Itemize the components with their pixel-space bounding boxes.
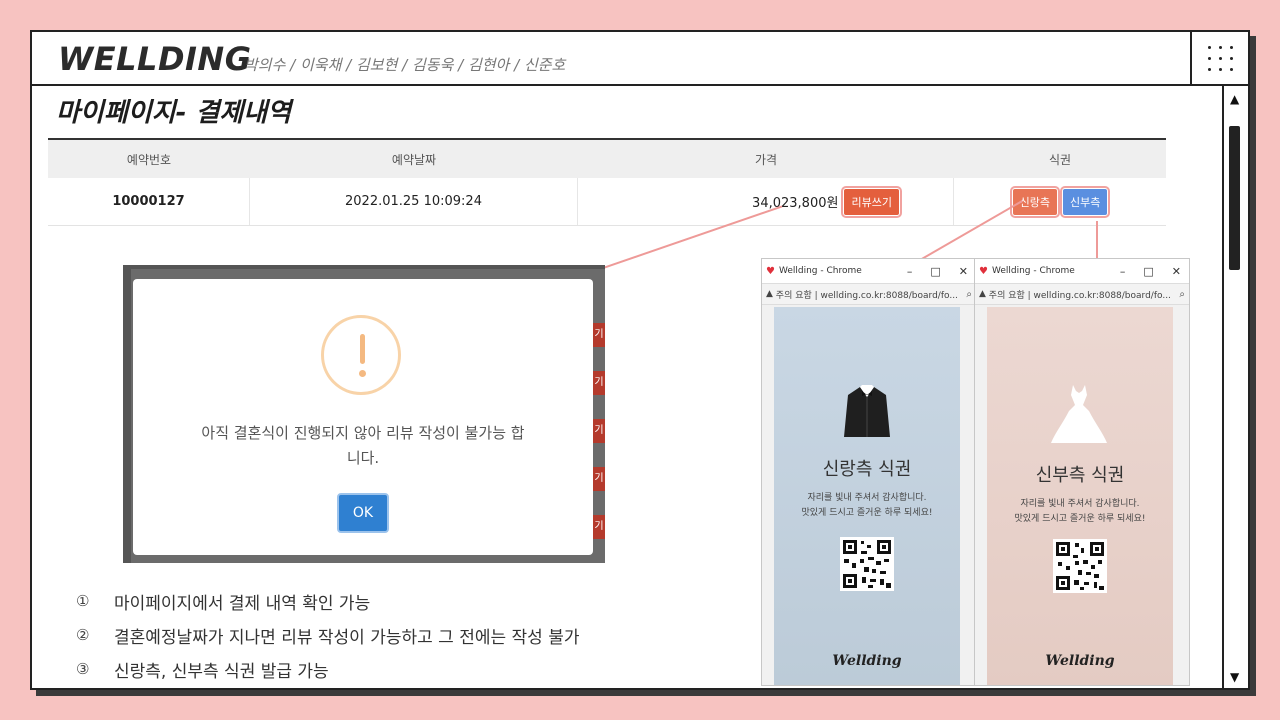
ticket-message-line: 자리를 빛내 주셔서 감사합니다. <box>1020 499 1140 509</box>
table-row: 10000127 2022.01.25 10:09:24 34,023,800원… <box>48 178 1166 226</box>
side-tab: 기 <box>593 419 605 443</box>
notes-list: ① 마이페이지에서 결제 내역 확인 가능 ② 결혼예정날짜가 지나면 리뷰 작… <box>76 584 580 686</box>
zoom-icon[interactable]: ⌕ <box>1179 289 1185 300</box>
bride-ticket-button[interactable]: 신부측 <box>1059 185 1111 218</box>
ticket-message-line: 맛있게 드시고 즐거운 하루 되세요! <box>801 508 933 518</box>
list-item: ① 마이페이지에서 결제 내역 확인 가능 <box>76 584 580 618</box>
minimize-icon[interactable]: – <box>907 265 913 278</box>
grid-dots-icon <box>1208 46 1234 72</box>
qr-code-icon <box>840 537 894 591</box>
list-item: ② 결혼예정날짜가 지나면 리뷰 작성이 가능하고 그 전에는 작성 불가 <box>76 618 580 652</box>
scroll-thumb[interactable] <box>1229 126 1240 270</box>
ticket-title: 신랑측 식권 <box>822 459 912 480</box>
url-text: 주의 요함 | wellding.co.kr:8088/board/fo... <box>988 290 1171 301</box>
list-item: ③ 신랑측, 신부측 식권 발급 가능 <box>76 652 580 686</box>
close-icon[interactable]: ✕ <box>1172 265 1181 278</box>
window-title: Wellding - Chrome <box>778 266 862 276</box>
alert-message-line: 아직 결혼식이 진행되지 않아 리뷰 작성이 불가능 합 <box>201 424 525 442</box>
side-tab: 기 <box>593 371 605 395</box>
alert-dialog: 아직 결혼식이 진행되지 않아 리뷰 작성이 불가능 합 니다. OK <box>133 279 593 555</box>
qr-code-icon <box>1053 539 1107 593</box>
ok-button[interactable]: OK <box>337 493 389 533</box>
heart-icon: ♥ <box>766 265 775 277</box>
window-title: Wellding - Chrome <box>991 266 1075 276</box>
bride-ticket: 신부측 식권 자리를 빛내 주셔서 감사합니다. 맛있게 드시고 즐거운 하루 … <box>987 307 1173 685</box>
brand-title: WELLDING <box>58 40 252 78</box>
maximize-icon[interactable]: □ <box>930 265 940 278</box>
menu-button[interactable] <box>1190 32 1248 86</box>
header-date: 예약날짜 <box>391 152 437 167</box>
warning-icon <box>321 315 401 395</box>
wellding-logo: Wellding <box>832 653 902 669</box>
ticket-message: 자리를 빛내 주셔서 감사합니다. 맛있게 드시고 즐거운 하루 되세요! <box>774 491 960 521</box>
order-price: 34,023,800원 <box>752 196 839 211</box>
table-header: 예약번호 예약날짜 가격 식권 <box>48 140 1166 178</box>
ticket-message-line: 자리를 빛내 주셔서 감사합니다. <box>807 493 927 503</box>
alert-screenshot: 기 기 기 기 기 아직 결혼식이 진행되지 않아 리뷰 작성이 불가능 합 니… <box>123 265 605 563</box>
order-date: 2022.01.25 10:09:24 <box>250 178 578 225</box>
vertical-scrollbar[interactable]: ▲ ▼ <box>1222 86 1248 688</box>
groom-ticket: 신랑측 식권 자리를 빛내 주셔서 감사합니다. 맛있게 드시고 즐거운 하루 … <box>774 307 960 685</box>
price-cell: 34,023,800원 리뷰쓰기 <box>578 178 954 225</box>
url-text: 주의 요함 | wellding.co.kr:8088/board/fo... <box>775 290 958 301</box>
ticket-title: 신부측 식권 <box>1035 465 1125 486</box>
slide: WELLDING 박의수 / 이욱채 / 김보현 / 김동욱 / 김현아 / 신… <box>30 30 1250 690</box>
ticket-message-line: 맛있게 드시고 즐거운 하루 되세요! <box>1014 514 1146 524</box>
side-tab: 기 <box>593 323 605 347</box>
heart-icon: ♥ <box>979 265 988 277</box>
window-titlebar: ♥ Wellding - Chrome – □ ✕ <box>762 259 976 283</box>
groom-ticket-window: ♥ Wellding - Chrome – □ ✕ ▲ 주의 요함 | well… <box>761 258 977 686</box>
scroll-down-arrow-icon[interactable]: ▼ <box>1230 670 1239 684</box>
ticket-cell: 신랑측 신부측 <box>954 178 1166 225</box>
side-tab: 기 <box>593 515 605 539</box>
zoom-icon[interactable]: ⌕ <box>966 289 972 300</box>
team-members: 박의수 / 이욱채 / 김보현 / 김동욱 / 김현아 / 신준호 <box>244 56 566 74</box>
order-no: 10000127 <box>48 178 250 225</box>
tuxedo-icon <box>844 385 890 437</box>
close-icon[interactable]: ✕ <box>959 265 968 278</box>
note-number: ① <box>76 592 90 610</box>
write-review-button[interactable]: 리뷰쓰기 <box>841 185 902 218</box>
window-titlebar: ♥ Wellding - Chrome – □ ✕ <box>975 259 1189 283</box>
maximize-icon[interactable]: □ <box>1143 265 1153 278</box>
note-number: ② <box>76 626 90 644</box>
bride-ticket-window: ♥ Wellding - Chrome – □ ✕ ▲ 주의 요함 | well… <box>974 258 1190 686</box>
address-bar[interactable]: ▲ 주의 요함 | wellding.co.kr:8088/board/fo..… <box>762 283 976 305</box>
warning-triangle-icon: ▲ <box>979 289 989 299</box>
minimize-icon[interactable]: – <box>1120 265 1126 278</box>
ticket-message: 자리를 빛내 주셔서 감사합니다. 맛있게 드시고 즐거운 하루 되세요! <box>987 497 1173 527</box>
side-tab: 기 <box>593 467 605 491</box>
alert-message-line: 니다. <box>346 449 380 467</box>
wedding-dress-icon <box>1051 385 1107 443</box>
address-bar[interactable]: ▲ 주의 요함 | wellding.co.kr:8088/board/fo..… <box>975 283 1189 305</box>
note-number: ③ <box>76 660 90 678</box>
slide-header: WELLDING 박의수 / 이욱채 / 김보현 / 김동욱 / 김현아 / 신… <box>32 32 1248 86</box>
wellding-logo: Wellding <box>1045 653 1115 669</box>
header-price: 가격 <box>754 152 778 167</box>
note-text: 마이페이지에서 결제 내역 확인 가능 <box>114 593 371 614</box>
scroll-up-arrow-icon[interactable]: ▲ <box>1230 92 1239 106</box>
callout-line-bride <box>1096 221 1098 261</box>
note-text: 결혼예정날짜가 지나면 리뷰 작성이 가능하고 그 전에는 작성 불가 <box>114 627 580 648</box>
header-order-no: 예약번호 <box>126 152 172 167</box>
page-title: 마이페이지- 결제내역 <box>56 98 292 128</box>
header-ticket: 식권 <box>1048 152 1072 167</box>
warning-triangle-icon: ▲ <box>766 289 776 299</box>
note-text: 신랑측, 신부측 식권 발급 가능 <box>114 661 329 682</box>
alert-message: 아직 결혼식이 진행되지 않아 리뷰 작성이 불가능 합 니다. <box>173 421 553 471</box>
